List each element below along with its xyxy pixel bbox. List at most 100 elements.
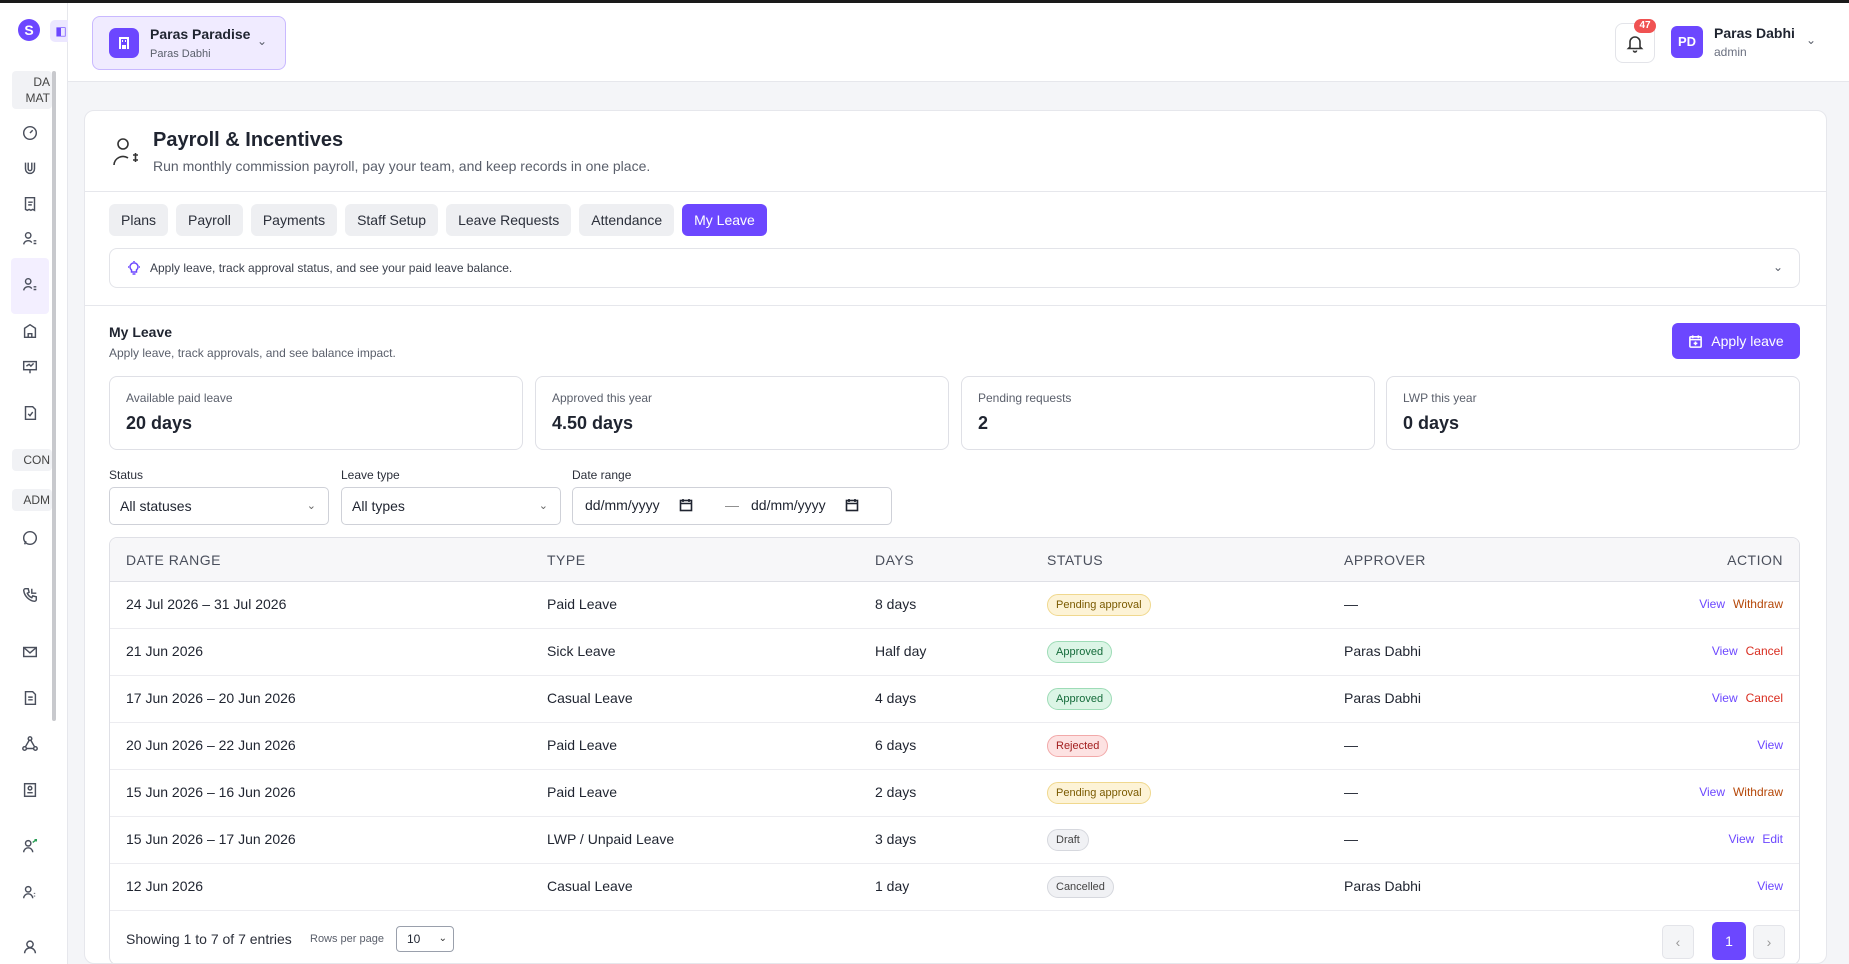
tab-staff-setup[interactable]: Staff Setup xyxy=(345,204,439,236)
stat-label: Available paid leave xyxy=(126,391,233,405)
page-1-button[interactable]: 1 xyxy=(1712,922,1746,960)
calendar-icon[interactable] xyxy=(679,498,693,512)
status-badge: Pending approval xyxy=(1047,594,1151,616)
rows-per-page-value: 10 xyxy=(407,932,421,946)
cell-days: 3 days xyxy=(875,831,917,847)
cell-approver: Paras Dabhi xyxy=(1344,643,1422,659)
sidebar-scrollbar[interactable] xyxy=(52,71,56,721)
organization-owner: Paras Dabhi xyxy=(150,48,211,60)
invoice-icon[interactable] xyxy=(18,686,42,710)
organization-switcher[interactable]: Paras Paradise Paras Dabhi ⌄ xyxy=(92,16,286,70)
phone-incoming-icon[interactable] xyxy=(18,583,42,607)
leave-type-filter-label: Leave type xyxy=(341,468,400,482)
tab-payments[interactable]: Payments xyxy=(250,204,338,236)
stat-value: 20 days xyxy=(126,413,193,433)
stat-label: Approved this year xyxy=(552,391,653,405)
date-range-label: Date range xyxy=(572,468,632,482)
leave-type-filter-select[interactable]: All types ⌄ xyxy=(341,487,561,525)
cell-type: Paid Leave xyxy=(547,784,618,800)
prev-page-button[interactable]: ‹ xyxy=(1662,925,1694,959)
calendar-icon[interactable] xyxy=(845,498,859,512)
status-filter-select[interactable]: All statuses ⌄ xyxy=(109,487,329,525)
cancel-link[interactable]: Cancel xyxy=(1746,644,1783,658)
row-actions: View xyxy=(1757,879,1783,893)
building-icon[interactable] xyxy=(18,319,42,343)
row-actions: View xyxy=(1757,738,1783,752)
withdraw-link[interactable]: Withdraw xyxy=(1733,785,1783,799)
user-growth-icon[interactable] xyxy=(18,834,42,858)
status-badge: Pending approval xyxy=(1047,782,1151,804)
leave-table: DATE RANGE TYPE DAYS STATUS APPROVER ACT… xyxy=(109,537,1800,963)
top-header: Paras Paradise Paras Dabhi ⌄ 47 PD Paras… xyxy=(68,3,1849,82)
date-range-separator: — xyxy=(725,497,739,513)
table-row: 24 Jul 2026 – 31 Jul 2026 Paid Leave 8 d… xyxy=(110,582,1799,629)
rows-per-page-select[interactable]: 10 ⌄ xyxy=(396,926,454,952)
document-check-icon[interactable] xyxy=(18,401,42,425)
payroll-incentives-icon[interactable] xyxy=(18,273,42,297)
column-header-date-range: DATE RANGE xyxy=(126,552,221,568)
apply-leave-button[interactable]: Apply leave xyxy=(1672,323,1800,359)
entries-summary: Showing 1 to 7 of 7 entries xyxy=(126,931,292,947)
tab-attendance[interactable]: Attendance xyxy=(579,204,675,236)
view-link[interactable]: View xyxy=(1699,785,1725,799)
cell-approver: — xyxy=(1344,831,1358,847)
table-footer: Showing 1 to 7 of 7 entries Rows per pag… xyxy=(110,913,1799,963)
sidebar-section-con[interactable]: CON xyxy=(12,449,52,471)
user-menu-chevron-down-icon[interactable]: ⌄ xyxy=(1806,33,1816,47)
receipt-icon[interactable] xyxy=(18,192,42,216)
row-actions: View Cancel xyxy=(1712,691,1783,705)
cell-days: 8 days xyxy=(875,596,917,612)
network-icon[interactable] xyxy=(18,732,42,756)
tab-bar: Plans Payroll Payments Staff Setup Leave… xyxy=(109,204,767,236)
view-link[interactable]: View xyxy=(1757,738,1783,752)
sidebar-section-adm[interactable]: ADM xyxy=(12,489,52,511)
table-row: 20 Jun 2026 – 22 Jun 2026 Paid Leave 6 d… xyxy=(110,723,1799,770)
view-link[interactable]: View xyxy=(1757,879,1783,893)
date-from-input[interactable]: dd/mm/yyyy xyxy=(585,497,660,513)
next-page-button[interactable]: › xyxy=(1753,925,1785,959)
avatar[interactable]: PD xyxy=(1671,26,1703,58)
section-subtitle: Apply leave, track approvals, and see ba… xyxy=(109,346,396,360)
notification-count-badge: 47 xyxy=(1634,19,1656,33)
tab-payroll[interactable]: Payroll xyxy=(176,204,243,236)
hint-banner[interactable]: Apply leave, track approval status, and … xyxy=(109,248,1800,288)
cell-type: LWP / Unpaid Leave xyxy=(547,831,675,847)
tab-plans[interactable]: Plans xyxy=(109,204,169,236)
column-header-type: TYPE xyxy=(547,552,586,568)
page-subtitle: Run monthly commission payroll, pay your… xyxy=(153,158,651,174)
stat-value: 2 xyxy=(978,413,989,433)
stat-label: Pending requests xyxy=(978,391,1072,405)
column-header-approver: APPROVER xyxy=(1344,552,1426,568)
cell-type: Sick Leave xyxy=(547,643,616,659)
view-link[interactable]: View xyxy=(1699,597,1725,611)
row-actions: View Edit xyxy=(1729,832,1783,846)
building-icon xyxy=(109,28,139,58)
edit-link[interactable]: Edit xyxy=(1762,832,1783,846)
cancel-link[interactable]: Cancel xyxy=(1746,691,1783,705)
cell-type: Paid Leave xyxy=(547,737,618,753)
stat-card-lwp-this-year: LWP this year 0 days xyxy=(1386,376,1800,450)
status-badge: Approved xyxy=(1047,688,1113,710)
payroll-user-icon[interactable] xyxy=(18,227,42,251)
view-link[interactable]: View xyxy=(1712,691,1738,705)
tab-my-leave[interactable]: My Leave xyxy=(682,204,767,236)
view-link[interactable]: View xyxy=(1729,832,1755,846)
date-to-input[interactable]: dd/mm/yyyy xyxy=(751,497,826,513)
whatsapp-icon[interactable] xyxy=(18,526,42,550)
user-help-icon[interactable] xyxy=(18,880,42,904)
page-title: Payroll & Incentives xyxy=(153,129,344,151)
tab-leave-requests[interactable]: Leave Requests xyxy=(446,204,572,236)
sidebar-section-dashboard[interactable]: DA MAT xyxy=(12,71,52,109)
profile-icon[interactable] xyxy=(18,935,42,959)
magnet-icon[interactable] xyxy=(18,156,42,180)
status-filter-label: Status xyxy=(109,468,144,482)
mail-icon[interactable] xyxy=(18,640,42,664)
chevron-down-icon[interactable]: ⌄ xyxy=(1773,260,1783,274)
id-card-icon[interactable] xyxy=(18,778,42,802)
view-link[interactable]: View xyxy=(1712,644,1738,658)
rows-per-page-label: Rows per page xyxy=(310,933,384,945)
presentation-icon[interactable] xyxy=(18,355,42,379)
withdraw-link[interactable]: Withdraw xyxy=(1733,597,1783,611)
gauge-icon[interactable] xyxy=(18,121,42,145)
app-logo[interactable]: S xyxy=(18,19,40,41)
